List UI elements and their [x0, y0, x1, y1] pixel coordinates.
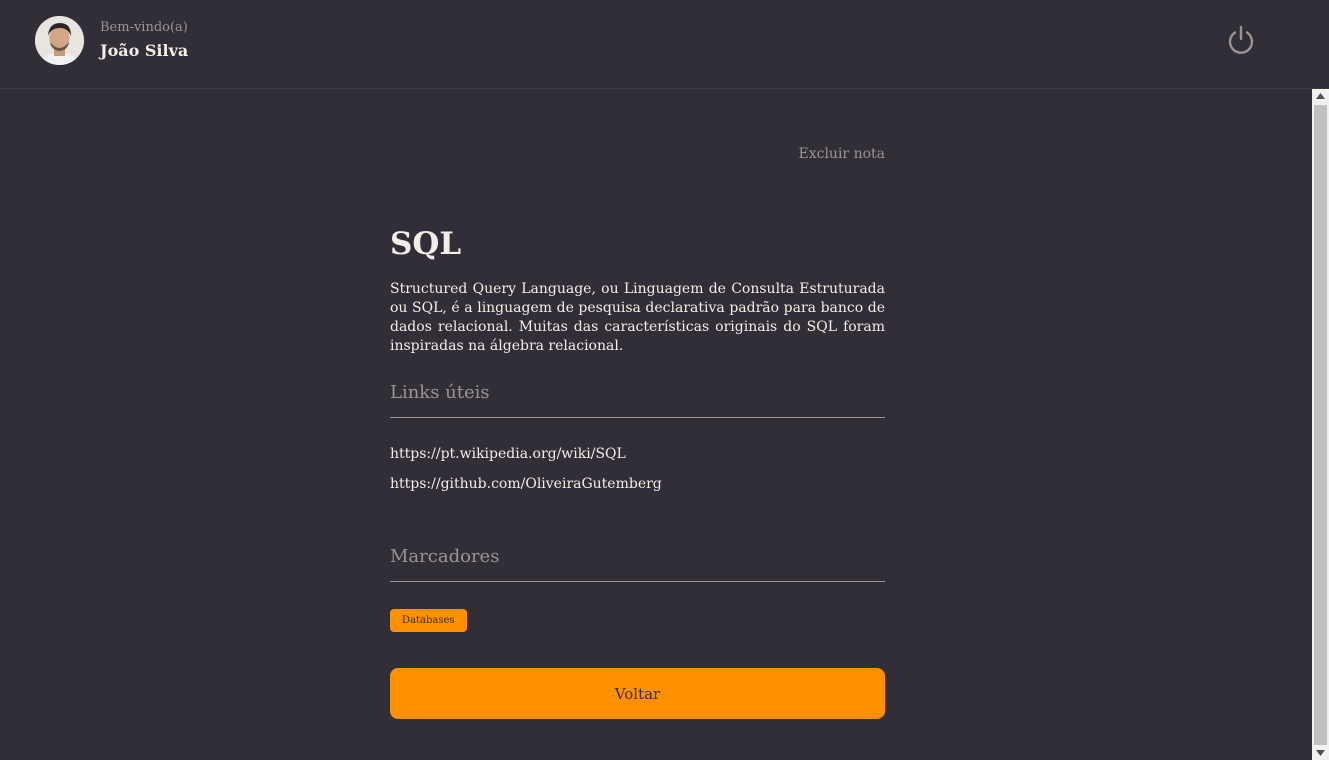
tag-badge: Databases — [390, 609, 467, 632]
caret-up-icon — [1316, 93, 1325, 99]
scrollbar[interactable] — [1312, 89, 1329, 760]
back-button[interactable]: Voltar — [390, 668, 885, 719]
logout-button[interactable] — [1225, 24, 1257, 56]
user-name[interactable]: João Silva — [100, 41, 188, 60]
power-icon — [1228, 25, 1254, 54]
app-header: Bem-vindo(a) João Silva — [0, 0, 1329, 89]
avatar[interactable] — [35, 16, 84, 65]
welcome-label: Bem-vindo(a) — [100, 20, 188, 35]
link-item[interactable]: https://github.com/OliveiraGutemberg — [390, 476, 662, 492]
user-avatar-icon — [35, 16, 84, 65]
scroll-up-button[interactable] — [1312, 89, 1329, 103]
tags-section-title: Marcadores — [390, 546, 885, 582]
note-body: Structured Query Language, ou Linguagem … — [390, 281, 885, 354]
note-title: SQL — [390, 226, 462, 262]
link-item[interactable]: https://pt.wikipedia.org/wiki/SQL — [390, 446, 626, 462]
delete-note-button[interactable]: Excluir nota — [799, 146, 886, 162]
links-section-title: Links úteis — [390, 382, 885, 418]
caret-down-icon — [1316, 750, 1325, 756]
scroll-down-button[interactable] — [1312, 746, 1329, 760]
scrollbar-thumb[interactable] — [1314, 105, 1327, 745]
